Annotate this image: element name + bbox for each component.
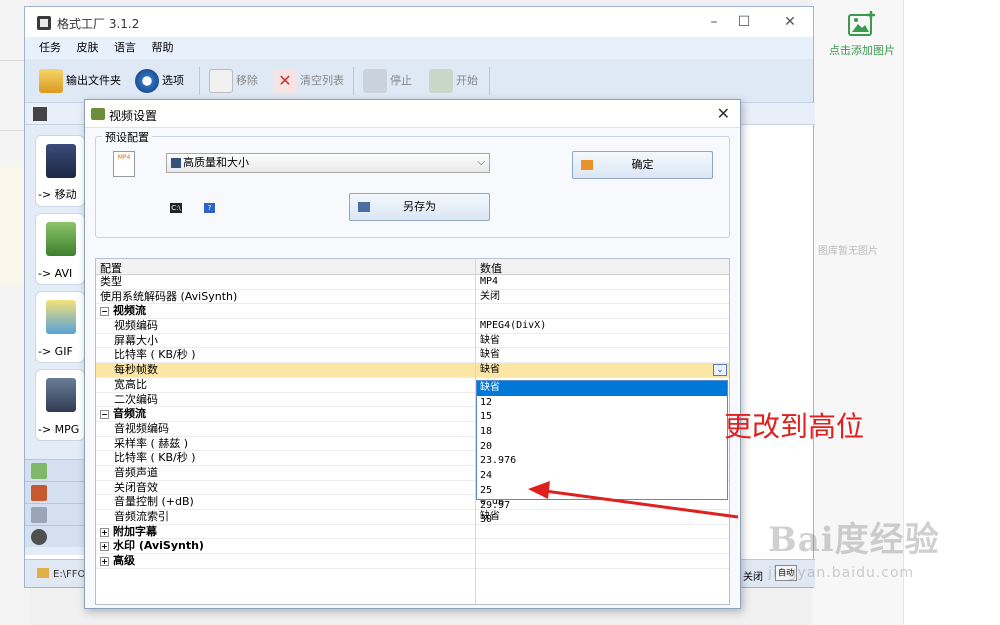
watermark-url: jingyan.baidu.com (768, 565, 915, 581)
baidu-watermark: Bai度经验 jingyan.baidu.com (768, 512, 988, 602)
watermark-logo: Bai度经验 (768, 520, 940, 560)
annotation-text: 更改到高位 (724, 410, 865, 443)
